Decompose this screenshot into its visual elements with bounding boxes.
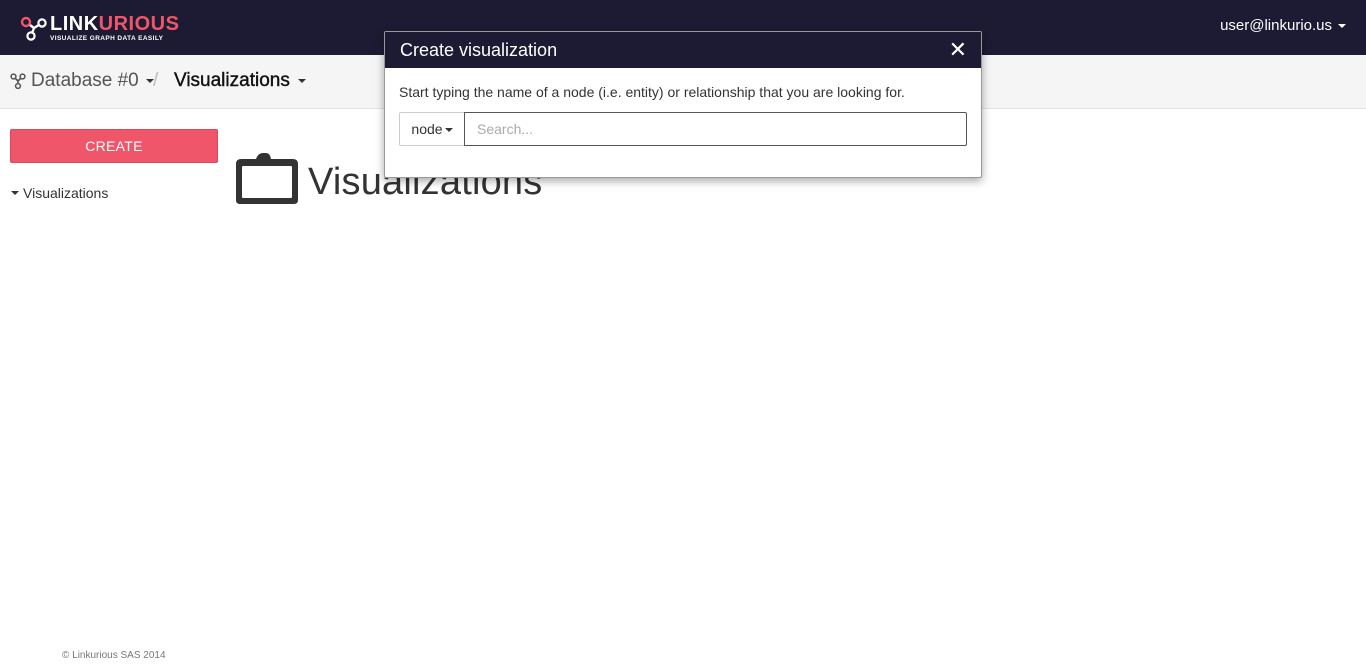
linkurious-logo[interactable]: LINKURIOUS VISUALIZE GRAPH DATA EASILY bbox=[20, 14, 179, 42]
footer-copyright: © Linkurious SAS 2014 bbox=[62, 650, 166, 661]
modal-title: Create visualization bbox=[400, 40, 558, 60]
logo-tagline: VISUALIZE GRAPH DATA EASILY bbox=[50, 34, 164, 42]
chevron-down-icon bbox=[297, 79, 306, 83]
database-label: Database #0 bbox=[31, 70, 139, 91]
user-menu[interactable]: user@linkurio.us bbox=[1220, 17, 1346, 34]
search-row: node bbox=[399, 112, 967, 146]
item-type-dropdown[interactable]: node bbox=[399, 112, 464, 146]
folder-icon bbox=[236, 153, 298, 204]
chevron-down-icon bbox=[444, 127, 453, 132]
modal-header: Create visualization ✕ bbox=[385, 32, 981, 68]
graph-icon bbox=[10, 73, 26, 89]
item-type-label: node bbox=[411, 121, 443, 137]
caret-down-icon bbox=[11, 191, 19, 195]
database-selector[interactable]: Database #0 bbox=[10, 70, 154, 92]
modal-description: Start typing the name of a node (i.e. en… bbox=[399, 84, 905, 100]
close-icon[interactable]: ✕ bbox=[949, 32, 967, 68]
chevron-down-icon bbox=[1338, 23, 1346, 28]
modal-body: Start typing the name of a node (i.e. en… bbox=[385, 68, 981, 146]
logo-wordmark: LINKURIOUS bbox=[50, 12, 180, 35]
sidebar-item-label: Visualizations bbox=[23, 185, 109, 201]
section-selector[interactable]: Visualizations bbox=[174, 70, 306, 92]
sidebar-item-visualizations[interactable]: Visualizations bbox=[11, 185, 108, 201]
logo-graph-icon bbox=[20, 16, 47, 41]
create-visualization-modal: Create visualization ✕ Start typing the … bbox=[384, 31, 982, 178]
search-input[interactable] bbox=[464, 112, 967, 146]
create-button[interactable]: CREATE bbox=[10, 129, 218, 163]
section-label: Visualizations bbox=[174, 70, 290, 91]
user-email: user@linkurio.us bbox=[1220, 17, 1332, 34]
breadcrumb-separator: / bbox=[153, 70, 159, 91]
